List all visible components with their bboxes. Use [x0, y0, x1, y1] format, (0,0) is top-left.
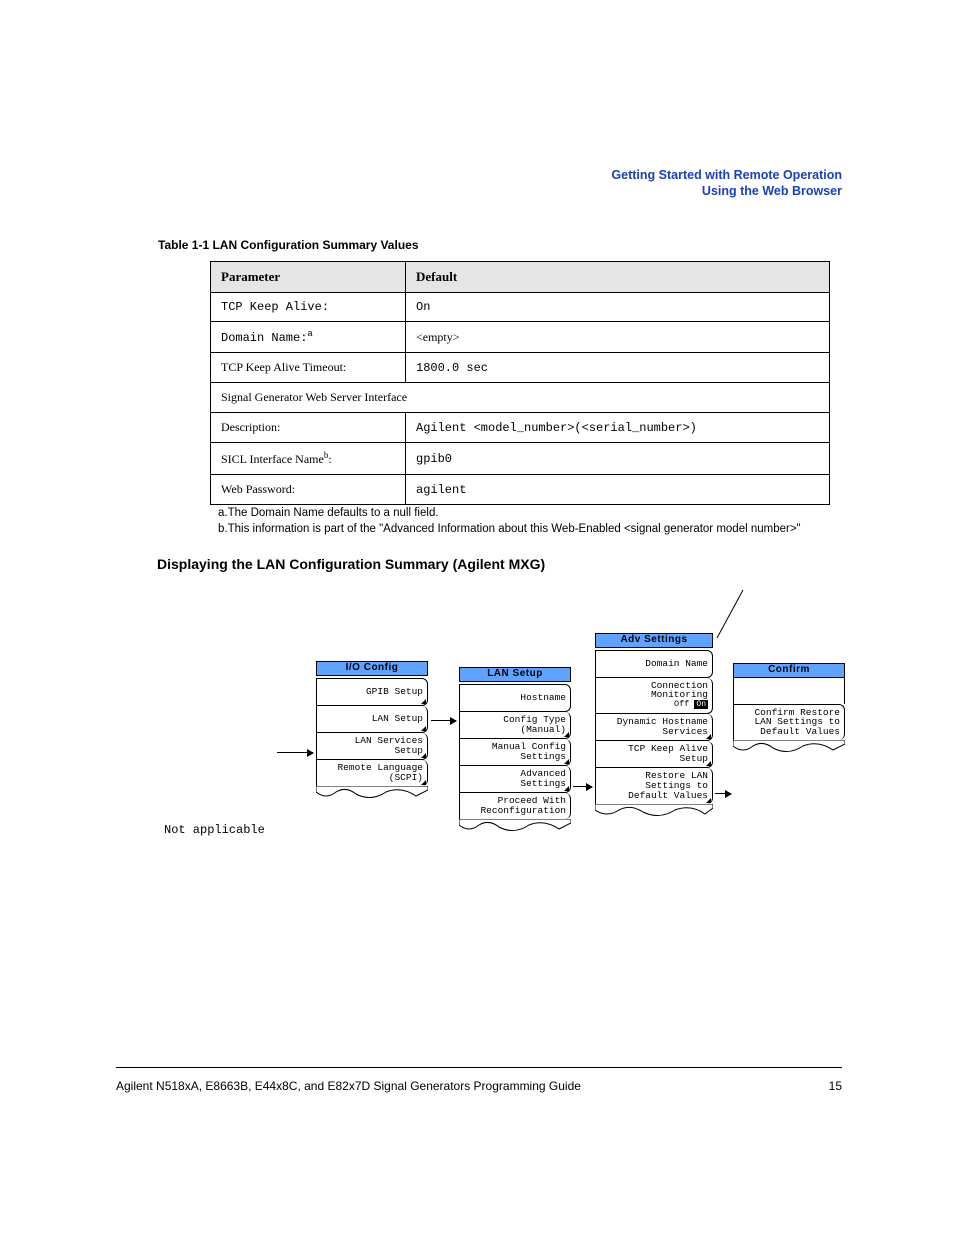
table-row: TCP Keep Alive:On — [211, 293, 830, 322]
menu-item: ConnectionMonitoring Off On — [595, 678, 713, 714]
torn-edge — [595, 804, 713, 820]
menu-title-lan-setup: LAN Setup — [459, 667, 571, 682]
table-row: SICL Interface Nameb:gpib0 — [211, 443, 830, 475]
menu-item: LAN Setup — [316, 706, 428, 733]
table-row: Description:Agilent <model_number>(<seri… — [211, 413, 830, 443]
menu-io-config: I/O Config GPIB Setup LAN Setup LAN Serv… — [316, 661, 428, 804]
menu-item: Remote Language(SCPI) — [316, 760, 428, 786]
arrow — [431, 720, 456, 721]
menu-item: LAN ServicesSetup — [316, 733, 428, 760]
table-cell: On — [406, 293, 830, 322]
footer-rule — [116, 1067, 842, 1068]
arrow — [277, 752, 313, 753]
footer-title: Agilent N518xA, E8663B, E44x8C, and E82x… — [116, 1079, 581, 1093]
menu-title-io-config: I/O Config — [316, 661, 428, 676]
table-row: Signal Generator Web Server Interface — [211, 383, 830, 413]
table-cell: Agilent <model_number>(<serial_number>) — [406, 413, 830, 443]
arrow — [715, 793, 731, 794]
footnotes: a.The Domain Name defaults to a null fie… — [218, 506, 801, 537]
table-cell: TCP Keep Alive: — [211, 293, 406, 322]
th-default: Default — [406, 262, 830, 293]
menu-lan-setup: LAN Setup Hostname Config Type(Manual) M… — [459, 667, 571, 837]
table-cell: Signal Generator Web Server Interface — [211, 383, 830, 413]
torn-edge — [733, 740, 845, 756]
menu-item: TCP Keep AliveSetup — [595, 741, 713, 768]
table-cell: TCP Keep Alive Timeout: — [211, 353, 406, 383]
table-cell: gpib0 — [406, 443, 830, 475]
footnote-b: b.This information is part of the "Advan… — [218, 522, 801, 538]
not-applicable-label: Not applicable — [164, 823, 265, 837]
torn-edge — [459, 819, 571, 835]
menu-title-confirm: Confirm — [733, 663, 845, 678]
table-cell: SICL Interface Nameb: — [211, 443, 406, 475]
table-cell: Web Password: — [211, 475, 406, 505]
menu-item: AdvancedSettings — [459, 766, 571, 793]
table-cell: <empty> — [406, 322, 830, 353]
menu-item: GPIB Setup — [316, 678, 428, 706]
table-cell: Domain Name:a — [211, 322, 406, 353]
table-row: Domain Name:a<empty> — [211, 322, 830, 353]
table-row: Web Password:agilent — [211, 475, 830, 505]
table-caption: Table 1-1 LAN Configuration Summary Valu… — [158, 238, 419, 252]
arrow — [573, 786, 592, 787]
th-parameter: Parameter — [211, 262, 406, 293]
page-number: 15 — [829, 1079, 842, 1093]
menu-flow-diagram: I/O Config GPIB Setup LAN Setup LAN Serv… — [157, 590, 847, 890]
menu-confirm: Confirm Confirm RestoreLAN Settings toDe… — [733, 663, 845, 759]
menu-title-adv: Adv Settings — [595, 633, 713, 648]
header-line-1: Getting Started with Remote Operation — [611, 168, 842, 184]
menu-item: Restore LANSettings toDefault Values — [595, 768, 713, 804]
menu-item: Hostname — [459, 684, 571, 712]
table-cell: 1800.0 sec — [406, 353, 830, 383]
menu-item: Confirm RestoreLAN Settings toDefault Va… — [733, 704, 845, 741]
menu-item: Manual ConfigSettings — [459, 739, 571, 766]
footnote-a: a.The Domain Name defaults to a null fie… — [218, 506, 801, 522]
page-header: Getting Started with Remote Operation Us… — [611, 168, 842, 199]
menu-item: Domain Name — [595, 650, 713, 678]
menu-item: Config Type(Manual) — [459, 712, 571, 739]
menu-item: Dynamic HostnameServices — [595, 714, 713, 741]
lan-config-table: Parameter Default TCP Keep Alive:OnDomai… — [210, 261, 830, 505]
table-cell: Description: — [211, 413, 406, 443]
section-title: Displaying the LAN Configuration Summary… — [157, 556, 545, 572]
table-cell: agilent — [406, 475, 830, 505]
table-row: TCP Keep Alive Timeout:1800.0 sec — [211, 353, 830, 383]
menu-item: Proceed WithReconfiguration — [459, 793, 571, 819]
header-line-2: Using the Web Browser — [611, 184, 842, 200]
torn-edge — [316, 786, 428, 802]
menu-adv-settings: Adv Settings Domain Name ConnectionMonit… — [595, 633, 713, 823]
